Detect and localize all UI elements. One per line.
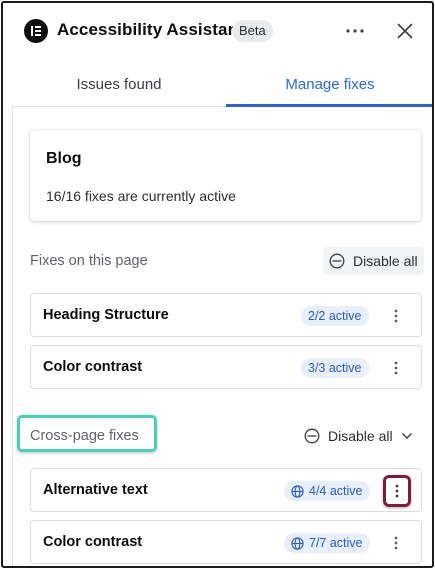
section-title-cross-page: Cross-page fixes xyxy=(30,428,139,444)
fix-menu-button[interactable] xyxy=(387,306,405,326)
fix-row-color-contrast[interactable]: Color contrast 3/3 active xyxy=(30,345,422,389)
summary-card: Blog 16/16 fixes are currently active xyxy=(30,130,421,221)
more-options-button[interactable] xyxy=(343,20,367,42)
fix-row-color-contrast-cross[interactable]: Color contrast 7/7 active xyxy=(30,520,422,564)
beta-badge: Beta xyxy=(232,20,273,42)
more-vertical-icon xyxy=(395,484,399,498)
close-button[interactable] xyxy=(393,19,417,43)
accessibility-panel: Accessibility Assistant Beta Issues foun… xyxy=(1,1,434,568)
tab-manage-fixes[interactable]: Manage fixes xyxy=(226,61,432,107)
fixes-summary: 16/16 fixes are currently active xyxy=(46,188,236,204)
more-vertical-icon xyxy=(394,361,398,375)
close-icon xyxy=(397,23,413,39)
tab-bar: Issues found Manage fixes xyxy=(12,61,432,107)
fix-menu-button[interactable] xyxy=(387,358,405,378)
status-badge: 7/7 active xyxy=(284,533,370,553)
fix-name: Alternative text xyxy=(43,482,148,498)
disable-all-label: Disable all xyxy=(328,428,393,444)
active-tab-indicator xyxy=(226,104,432,107)
content-divider xyxy=(12,107,13,566)
fix-name: Color contrast xyxy=(43,534,143,550)
fix-row-heading-structure[interactable]: Heading Structure 2/2 active xyxy=(30,293,422,337)
more-vertical-icon xyxy=(394,309,398,323)
fix-name: Heading Structure xyxy=(43,307,169,323)
globe-icon xyxy=(291,536,304,550)
disable-all-page-button[interactable]: Disable all xyxy=(323,247,424,275)
page-name: Blog xyxy=(46,150,82,167)
more-horizontal-icon xyxy=(346,29,364,33)
status-badge: 2/2 active xyxy=(301,306,369,326)
panel-header: Accessibility Assistant Beta xyxy=(3,3,432,59)
fix-menu-button-highlighted[interactable] xyxy=(383,475,411,507)
chevron-down-icon xyxy=(401,433,412,439)
disable-all-cross-button[interactable]: Disable all xyxy=(304,422,413,450)
disable-circle-icon xyxy=(304,428,320,444)
status-badge: 4/4 active xyxy=(284,481,370,501)
globe-icon xyxy=(291,484,304,498)
more-vertical-icon xyxy=(394,536,398,550)
disable-all-label: Disable all xyxy=(353,253,418,269)
tab-issues-found[interactable]: Issues found xyxy=(12,61,226,107)
section-title-page-fixes: Fixes on this page xyxy=(30,253,148,269)
fix-row-alternative-text[interactable]: Alternative text 4/4 active xyxy=(30,468,422,512)
fix-name: Color contrast xyxy=(43,359,143,375)
fix-menu-button[interactable] xyxy=(387,533,405,553)
app-title: Accessibility Assistant xyxy=(57,20,244,39)
status-badge: 3/3 active xyxy=(301,358,369,378)
disable-circle-icon xyxy=(329,253,345,269)
elementor-logo-icon xyxy=(24,19,48,43)
